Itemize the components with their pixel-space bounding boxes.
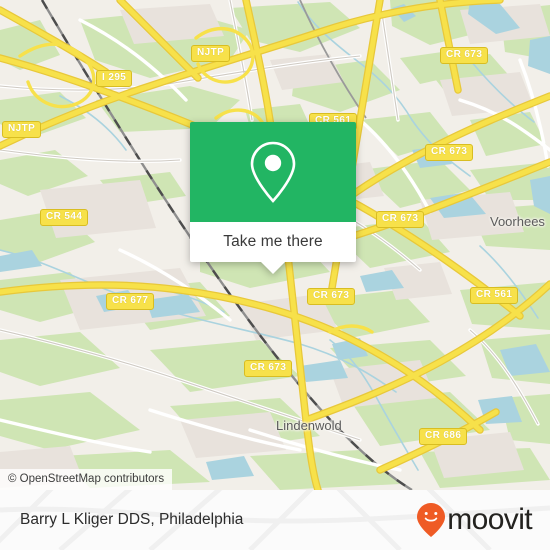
footer-bar: Barry L Kliger DDS, Philadelphia moovit	[0, 490, 550, 550]
page-title: Barry L Kliger DDS, Philadelphia	[20, 511, 244, 528]
location-popup-card[interactable]: Take me there	[190, 122, 356, 274]
road-shield: CR 673	[425, 144, 474, 161]
popup-header	[190, 122, 356, 222]
moovit-pin-smiley-icon	[417, 503, 446, 537]
map-pin-icon	[250, 141, 296, 203]
road-shield: NJTP	[191, 45, 231, 62]
road-shield: CR 561	[470, 287, 519, 304]
road-shield: CR 544	[40, 209, 89, 226]
road-shield: CR 686	[419, 428, 468, 445]
map-canvas[interactable]: NJTP I 295 NJTP CR 673 CR 561 CR 673 CR …	[0, 0, 550, 490]
popup-footer[interactable]: Take me there	[190, 222, 356, 274]
road-shield: CR 673	[440, 47, 489, 64]
place-label-lindenwold: Lindenwold	[276, 418, 342, 433]
moovit-wordmark: moovit	[447, 503, 532, 536]
take-me-there-label: Take me there	[223, 233, 323, 250]
road-shield: CR 673	[307, 288, 356, 305]
place-label-voorhees: Voorhees	[490, 214, 545, 229]
road-shield: NJTP	[2, 121, 42, 138]
road-shield: I 295	[96, 70, 133, 87]
map-screenshot-root: NJTP I 295 NJTP CR 673 CR 561 CR 673 CR …	[0, 0, 550, 550]
road-shield: CR 673	[376, 211, 425, 228]
road-shield: CR 677	[106, 293, 155, 310]
map-attribution[interactable]: © OpenStreetMap contributors	[0, 469, 173, 490]
popup-pointer-tail	[261, 262, 285, 274]
moovit-logo[interactable]: moovit	[416, 502, 533, 538]
road-shield: CR 673	[244, 360, 293, 377]
